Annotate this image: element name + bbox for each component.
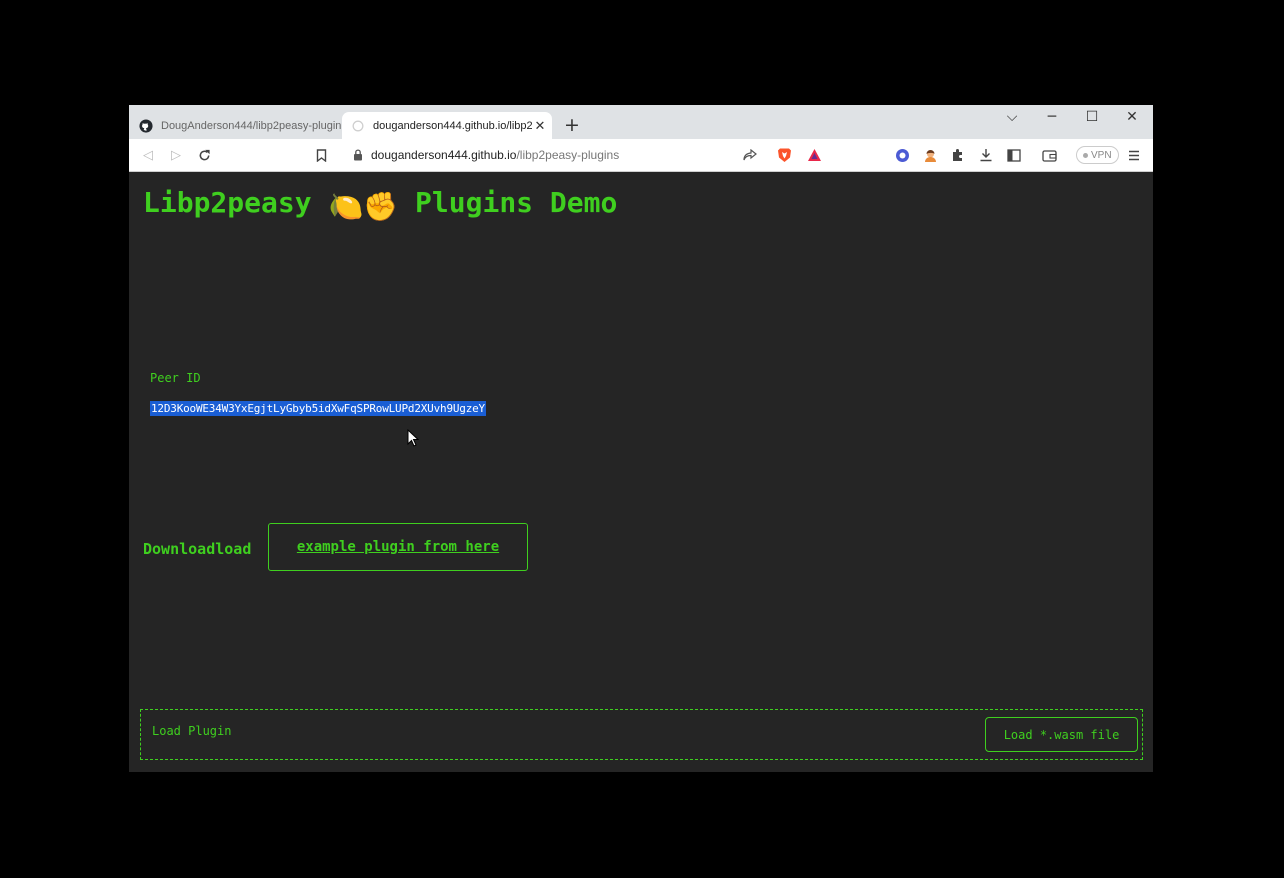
close-tab-icon[interactable]: ✕ <box>532 118 548 134</box>
extensions-puzzle-icon[interactable] <box>949 146 967 164</box>
close-window-button[interactable]: ✕ <box>1122 109 1142 125</box>
download-link-box[interactable]: example plugin from here <box>268 523 528 571</box>
url-text: douganderson444.github.io/libp2peasy-plu… <box>371 148 619 162</box>
title-text-end: Plugins Demo <box>415 186 618 219</box>
url-host: douganderson444.github.io <box>371 148 517 162</box>
download-label: Downloadload <box>143 540 252 558</box>
peer-id-label: Peer ID <box>150 371 201 385</box>
peer-id-value[interactable]: 12D3KooWE34W3YxEgjtLyGbyb5idXwFqSPRowLUP… <box>150 401 486 416</box>
title-emoji: 🍋✊ <box>328 190 399 223</box>
example-plugin-link[interactable]: example plugin from here <box>297 539 499 555</box>
menu-icon[interactable] <box>1125 146 1143 164</box>
share-icon[interactable] <box>741 146 759 164</box>
tab-github[interactable]: DougAnderson444/libp2peasy-plugin <box>137 112 341 139</box>
browser-window: DougAnderson444/libp2peasy-plugin dougan… <box>129 105 1153 772</box>
wallet-icon[interactable] <box>1040 146 1058 164</box>
sidebar-icon[interactable] <box>1005 146 1023 164</box>
tab-title: douganderson444.github.io/libp2 <box>373 119 532 132</box>
download-icon[interactable] <box>977 146 995 164</box>
tab-demo[interactable]: douganderson444.github.io/libp2 ✕ <box>342 112 552 139</box>
vpn-status-dot <box>1083 152 1088 158</box>
page-content: Libp2peasy 🍋✊ Plugins Demo Peer ID 12D3K… <box>129 172 1153 772</box>
vpn-button[interactable]: VPN <box>1076 146 1119 164</box>
url-path: /libp2peasy-plugins <box>516 148 620 162</box>
brave-shields-icon[interactable] <box>775 146 793 164</box>
browser-toolbar: ◁ ▷ douganderson444.github.io/libp2peasy… <box>129 139 1153 172</box>
new-tab-button[interactable]: + <box>564 114 580 136</box>
loading-icon <box>352 120 364 131</box>
github-icon <box>139 118 153 133</box>
vpn-label: VPN <box>1091 149 1112 161</box>
brave-rewards-icon[interactable] <box>805 146 823 164</box>
minimize-button[interactable]: ─ <box>1042 109 1062 125</box>
forward-icon[interactable]: ▷ <box>167 146 185 164</box>
load-plugin-panel: Load Plugin Load *.wasm file <box>140 709 1143 760</box>
load-plugin-label: Load Plugin <box>152 724 232 738</box>
page-title: Libp2peasy 🍋✊ Plugins Demo <box>143 186 617 223</box>
reload-icon[interactable] <box>195 146 213 164</box>
mouse-cursor-icon <box>407 429 419 447</box>
bookmark-icon[interactable] <box>312 146 330 164</box>
tab-search-icon[interactable]: ⌵ <box>1002 109 1022 125</box>
maximize-button[interactable]: ☐ <box>1082 109 1102 125</box>
load-wasm-button[interactable]: Load *.wasm file <box>985 717 1138 752</box>
profile-extension-icon[interactable] <box>921 146 939 164</box>
extension-circle-icon[interactable] <box>893 146 911 164</box>
lock-icon <box>354 149 362 161</box>
tab-strip: DougAnderson444/libp2peasy-plugin dougan… <box>129 105 1153 139</box>
title-text-start: Libp2peasy <box>143 186 312 219</box>
back-icon[interactable]: ◁ <box>139 146 157 164</box>
tab-title: DougAnderson444/libp2peasy-plugin <box>161 119 341 132</box>
